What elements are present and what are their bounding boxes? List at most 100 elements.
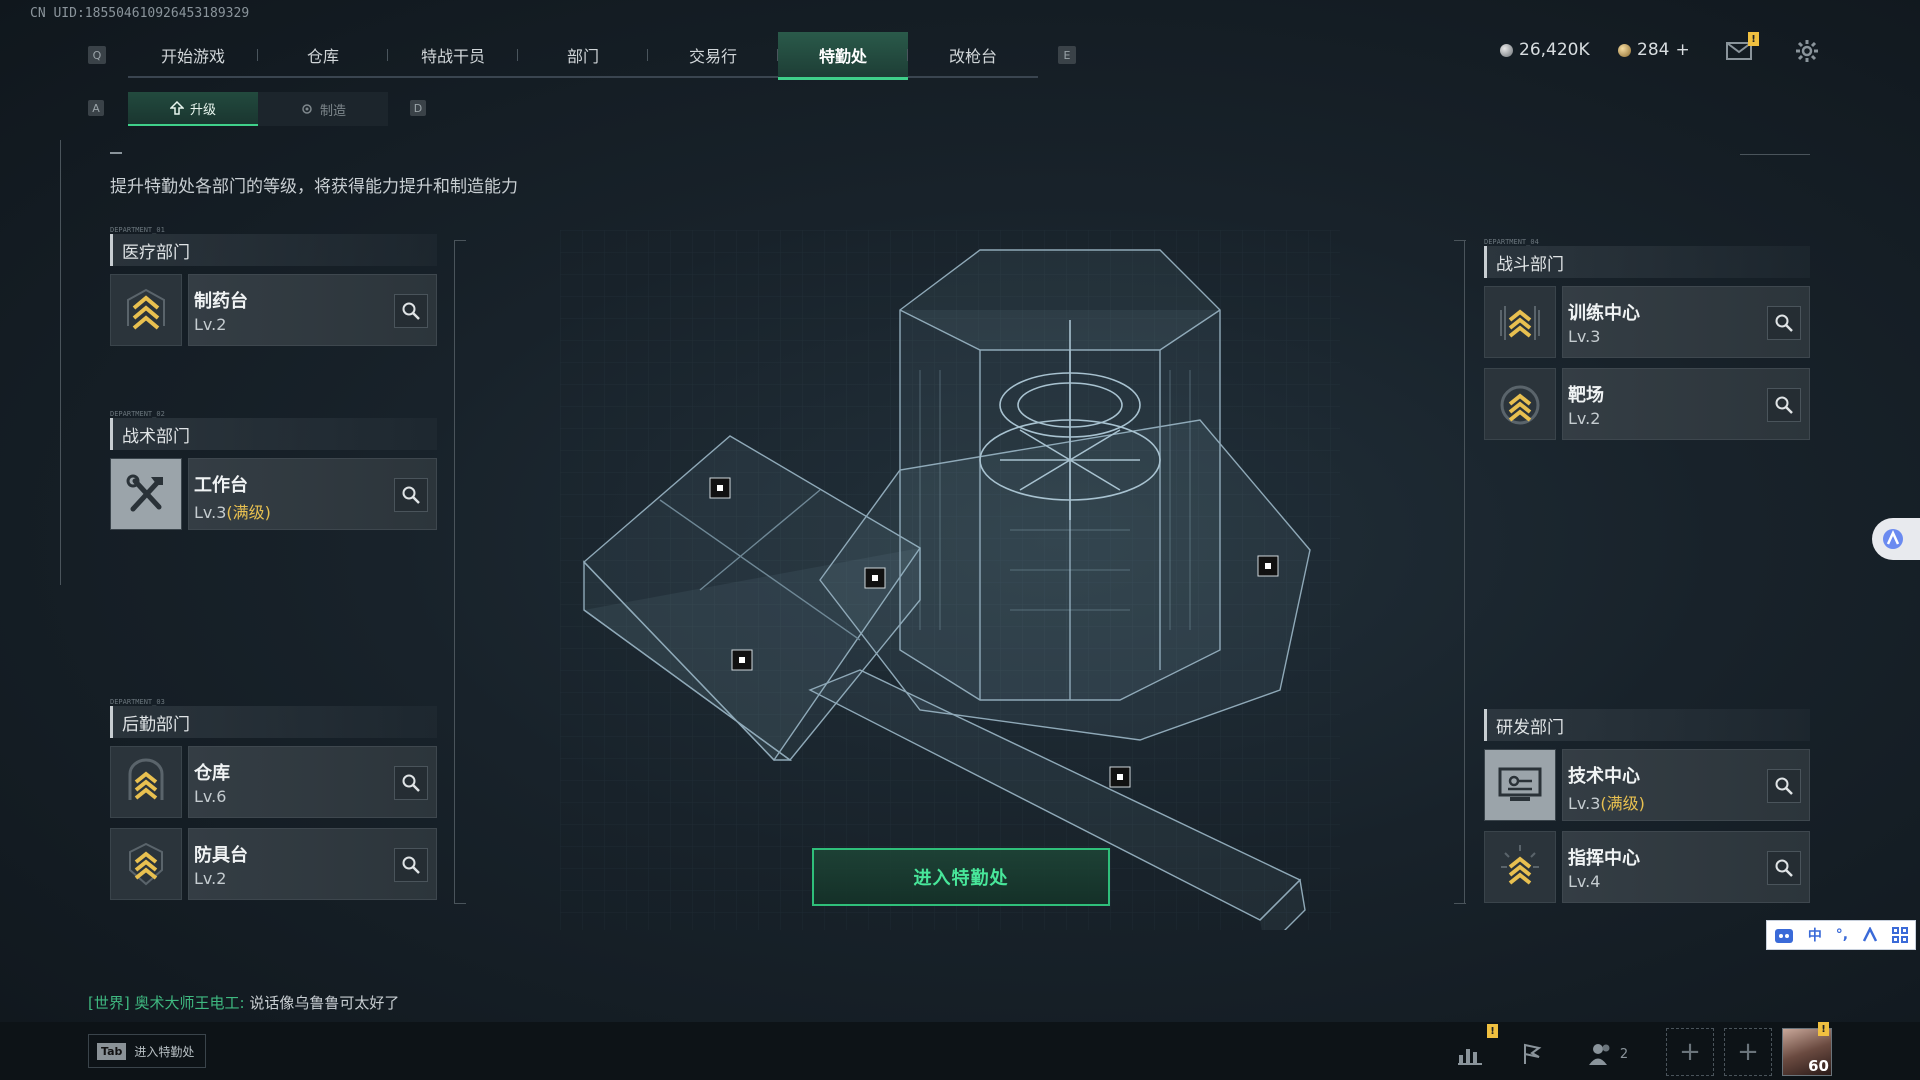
tab-warehouse[interactable]: 仓库: [258, 32, 388, 78]
facility-item[interactable]: 工作台 Lv.3(满级): [110, 458, 437, 530]
pharmacy-icon: [110, 274, 182, 346]
frame-tick: [454, 240, 466, 241]
assistant-float-button[interactable]: [1872, 518, 1920, 560]
search-icon: [1775, 396, 1793, 414]
prev-subtab-key: A: [88, 100, 104, 116]
facility-item[interactable]: 防具台 Lv.2: [110, 828, 437, 900]
ime-toolbar: 中 °,: [1766, 920, 1916, 950]
tab-operators[interactable]: 特战干员: [388, 32, 518, 78]
world-chat-line[interactable]: [世界] 奥术大师王电工: 说话像乌鲁鲁可太好了: [88, 992, 399, 1013]
armor-bench-icon: [110, 828, 182, 900]
warehouse-icon: [110, 746, 182, 818]
friends-count: 2: [1619, 1046, 1629, 1062]
friends-button[interactable]: 2: [1586, 1034, 1630, 1074]
facility-card[interactable]: 靶场 Lv.2: [1562, 368, 1810, 440]
dept-tag: DEPARTMENT_03: [110, 698, 165, 706]
next-subtab-key: D: [410, 100, 426, 116]
dept-tag: DEPARTMENT_04: [1484, 238, 1539, 246]
enter-special-ops-button[interactable]: 进入特勤处: [812, 848, 1110, 906]
facility-card[interactable]: 防具台 Lv.2: [188, 828, 437, 900]
silver-amount: 26,420K: [1519, 40, 1590, 60]
dept-medical: DEPARTMENT_01 医疗部门 制药台 Lv.2: [110, 226, 437, 346]
facility-item[interactable]: 指挥中心 Lv.4: [1484, 831, 1810, 903]
dept-title: 战术部门: [110, 418, 437, 450]
dept-research: 研发部门 技术中心 Lv.3(满级) 指挥中心 Lv.4: [1484, 709, 1810, 903]
facility-item[interactable]: 技术中心 Lv.3(满级): [1484, 749, 1810, 821]
bar-chart-icon: [1458, 1049, 1482, 1065]
frame-line-top-right: [1740, 154, 1810, 155]
facility-card[interactable]: 技术中心 Lv.3(满级): [1562, 749, 1810, 821]
ime-language[interactable]: 中: [1808, 925, 1822, 945]
ime-logo-icon[interactable]: [1774, 926, 1794, 944]
search-icon: [1775, 859, 1793, 877]
search-icon: [402, 856, 420, 874]
search-icon: [1775, 314, 1793, 332]
chat-sender[interactable]: 奥术大师王电工:: [135, 994, 245, 1012]
inspect-button[interactable]: [1767, 769, 1801, 803]
craft-icon: [302, 104, 312, 114]
inspect-button[interactable]: [394, 848, 428, 882]
gold-currency[interactable]: 284 +: [1618, 40, 1690, 60]
search-icon: [1775, 777, 1793, 795]
facility-card[interactable]: 仓库 Lv.6: [188, 746, 437, 818]
inspect-button[interactable]: [394, 766, 428, 800]
inspect-button[interactable]: [394, 294, 428, 328]
silver-currency[interactable]: 26,420K: [1500, 40, 1590, 60]
gear-icon: [1796, 40, 1818, 62]
subtab-upgrade[interactable]: 升级: [128, 92, 258, 126]
search-icon: [402, 486, 420, 504]
facility-item[interactable]: 训练中心 Lv.3: [1484, 286, 1810, 358]
friends-icon: [1588, 1044, 1610, 1065]
frame-tick: [454, 903, 466, 904]
dept-title: 研发部门: [1484, 709, 1810, 741]
ime-grid-icon[interactable]: [1891, 927, 1908, 943]
dept-title: 后勤部门: [110, 706, 437, 738]
party-slot-add-button[interactable]: +: [1724, 1028, 1772, 1076]
settings-button[interactable]: [1792, 38, 1822, 64]
flag-button[interactable]: [1510, 1034, 1554, 1074]
tab-trading[interactable]: 交易行: [648, 32, 778, 78]
upgrade-icon: [169, 101, 184, 115]
tech-center-icon: [1484, 749, 1556, 821]
inspect-button[interactable]: [1767, 388, 1801, 422]
inspect-button[interactable]: [1767, 306, 1801, 340]
gold-add-button[interactable]: +: [1675, 40, 1689, 60]
tab-shortcut-hint[interactable]: Tab 进入特勤处: [88, 1034, 206, 1068]
workbench-icon: [110, 458, 182, 530]
flag-icon: [1524, 1043, 1542, 1064]
search-icon: [402, 774, 420, 792]
subtab-craft-label: 制造: [319, 103, 346, 119]
facility-item[interactable]: 制药台 Lv.2: [110, 274, 437, 346]
tab-start-game[interactable]: 开始游戏: [128, 32, 258, 78]
frame-tick: [1454, 240, 1466, 241]
facility-card[interactable]: 制药台 Lv.2: [188, 274, 437, 346]
training-center-icon: [1484, 286, 1556, 358]
subtab-upgrade-label: 升级: [189, 102, 216, 118]
facility-level: Lv.3: [1568, 794, 1601, 813]
frame-line-left-inner: [454, 240, 455, 904]
stats-button[interactable]: [1448, 1034, 1492, 1074]
frame-tick: [1454, 903, 1466, 904]
party-slot-add-button[interactable]: +: [1666, 1028, 1714, 1076]
tab-hint-label: 进入特勤处: [134, 1044, 195, 1059]
dept-combat: DEPARTMENT_04 战斗部门 训练中心 Lv.3 靶场 Lv.2: [1484, 238, 1810, 440]
tab-special-ops[interactable]: 特勤处: [778, 32, 908, 80]
inspect-button[interactable]: [1767, 851, 1801, 885]
subtab-craft[interactable]: 制造: [258, 92, 388, 126]
silver-coin-icon: [1500, 43, 1513, 57]
max-level-tag: (满级): [1600, 794, 1645, 813]
tab-departments[interactable]: 部门: [518, 32, 648, 78]
facility-card[interactable]: 训练中心 Lv.3: [1562, 286, 1810, 358]
facility-card[interactable]: 指挥中心 Lv.4: [1562, 831, 1810, 903]
search-icon: [402, 302, 420, 320]
max-level-tag: (满级): [226, 503, 271, 522]
inspect-button[interactable]: [394, 478, 428, 512]
gold-coin-icon: [1618, 43, 1631, 57]
uid-label: CN UID:1855046109264531893​29: [30, 6, 250, 21]
ime-skin-icon[interactable]: [1862, 927, 1878, 943]
facility-item[interactable]: 靶场 Lv.2: [1484, 368, 1810, 440]
ime-punctuation[interactable]: °,: [1836, 927, 1848, 943]
facility-item[interactable]: 仓库 Lv.6: [110, 746, 437, 818]
facility-card[interactable]: 工作台 Lv.3(满级): [188, 458, 437, 530]
tab-gunsmith[interactable]: 改枪台: [908, 32, 1038, 78]
